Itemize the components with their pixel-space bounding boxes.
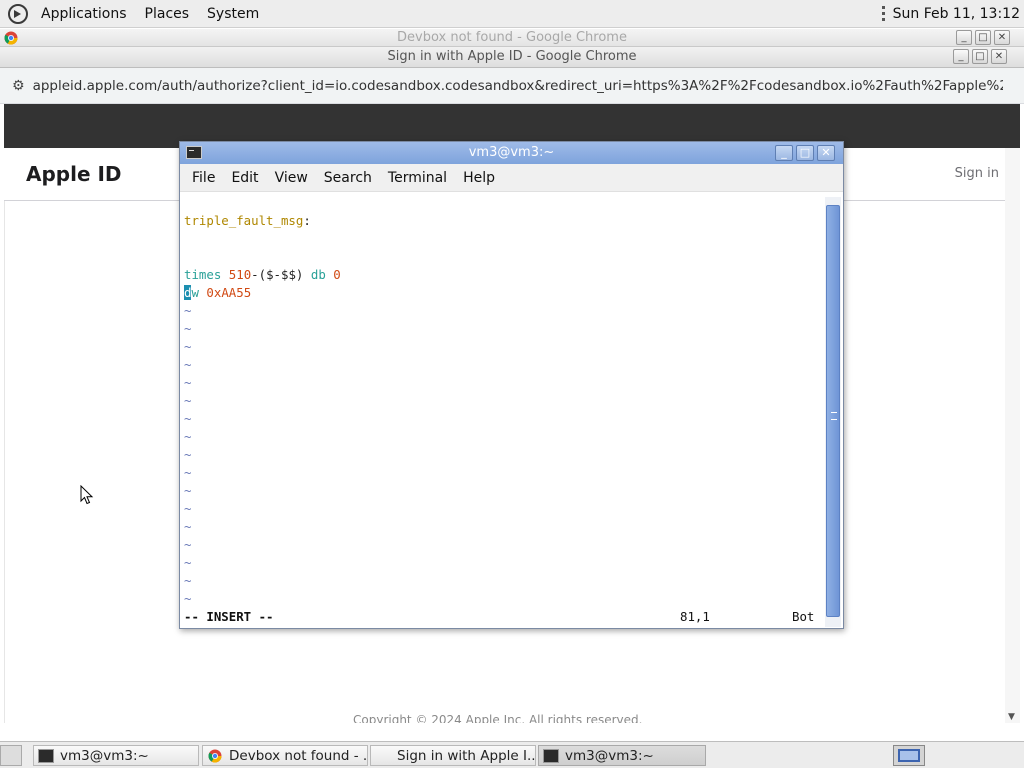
maximize-button[interactable]: □ — [796, 145, 814, 161]
url-text[interactable]: appleid.apple.com/auth/authorize?client_… — [33, 78, 1003, 94]
minimize-button[interactable]: _ — [956, 30, 972, 45]
tilde-line: ~ — [184, 483, 192, 498]
mouse-pointer-icon — [80, 485, 94, 505]
tilde-line: ~ — [184, 339, 192, 354]
tilde-line: ~ — [184, 591, 192, 606]
tilde-line: ~ — [184, 519, 192, 534]
close-button[interactable]: ✕ — [817, 145, 835, 161]
terminal-window[interactable]: vm3@vm3:~ _ □ ✕ File Edit View Search Te… — [179, 141, 844, 629]
dw-directive-rest: w — [191, 285, 199, 300]
times-count: 510 — [228, 267, 252, 282]
tilde-line: ~ — [184, 357, 192, 372]
task-label: vm3@vm3:~ — [60, 747, 149, 764]
tilde-line: ~ — [184, 573, 192, 588]
menu-places[interactable]: Places — [136, 6, 199, 22]
browser-window-title: Sign in with Apple ID - Google Chrome — [387, 49, 637, 64]
terminal-scroll-thumb[interactable] — [826, 205, 840, 617]
tilde-line: ~ — [184, 555, 192, 570]
tilde-line: ~ — [184, 321, 192, 336]
tilde-line: ~ — [184, 375, 192, 390]
close-button[interactable]: ✕ — [994, 30, 1010, 45]
tilde-line: ~ — [184, 501, 192, 516]
vim-buffer[interactable]: triple_fault_msg: times 510-($-$$) db 0 … — [184, 192, 824, 626]
menu-terminal[interactable]: Terminal — [380, 170, 455, 186]
tilde-line: ~ — [184, 411, 192, 426]
tilde-line: ~ — [184, 537, 192, 552]
times-expression: -($-$$) — [251, 267, 304, 282]
vim-mode-indicator: -- INSERT -- — [184, 609, 274, 624]
apple-icon — [375, 749, 391, 763]
task-chrome-devbox[interactable]: Devbox not found - ... — [202, 745, 368, 766]
terminal-scrollbar[interactable] — [825, 197, 841, 627]
db-directive: db — [310, 267, 326, 282]
task-label: vm3@vm3:~ — [565, 747, 654, 764]
maximize-button[interactable]: □ — [975, 30, 991, 45]
menu-view[interactable]: View — [267, 170, 316, 186]
page-scrollbar[interactable]: ▼ — [1005, 148, 1020, 723]
chrome-icon — [208, 749, 222, 762]
task-terminal-2[interactable]: vm3@vm3:~ — [538, 745, 706, 766]
task-label: Devbox not found - ... — [229, 747, 368, 764]
tilde-line: ~ — [184, 393, 192, 408]
scroll-down-arrow-icon[interactable]: ▼ — [1008, 712, 1015, 722]
task-label: Sign in with Apple I... — [397, 747, 536, 764]
vim-cursor-position: 81,1 — [680, 609, 710, 624]
address-bar[interactable]: ⚙ appleid.apple.com/auth/authorize?clien… — [0, 68, 1024, 104]
show-desktop-button[interactable] — [0, 745, 22, 766]
tilde-line: ~ — [184, 303, 192, 318]
menu-system[interactable]: System — [198, 6, 268, 22]
label-colon: : — [303, 213, 311, 228]
minimize-button[interactable]: _ — [953, 49, 969, 64]
vim-scroll-position: Bot — [792, 609, 815, 624]
copyright-text: Copyright © 2024 Apple Inc. All rights r… — [353, 713, 643, 723]
devbox-window-titlebar[interactable]: Devbox not found - Google Chrome _ □ ✕ — [0, 29, 1024, 47]
asm-label: triple_fault_msg — [184, 213, 304, 228]
apple-id-brand[interactable]: Apple ID — [26, 162, 122, 186]
close-button[interactable]: ✕ — [991, 49, 1007, 64]
menu-applications[interactable]: Applications — [32, 6, 136, 22]
gnome-foot-icon[interactable] — [8, 3, 28, 24]
workspace-1[interactable] — [898, 749, 920, 762]
tilde-line: ~ — [184, 447, 192, 462]
panel-drag-handle[interactable] — [881, 5, 885, 22]
code-line-times: times 510-($-$$) db 0 — [184, 266, 341, 284]
menu-help[interactable]: Help — [455, 170, 503, 186]
terminal-title: vm3@vm3:~ — [468, 145, 555, 160]
workspace-switcher[interactable] — [893, 745, 925, 766]
minimize-button[interactable]: _ — [775, 145, 793, 161]
scroll-grip-icon — [831, 412, 837, 420]
site-settings-icon[interactable]: ⚙ — [12, 78, 25, 94]
code-line-label: triple_fault_msg: — [184, 212, 311, 230]
terminal-menubar: File Edit View Search Terminal Help — [180, 164, 843, 192]
bottom-taskbar: vm3@vm3:~ Devbox not found - ... Sign in… — [0, 741, 1024, 768]
task-terminal-1[interactable]: vm3@vm3:~ — [33, 745, 199, 766]
boot-signature: 0xAA55 — [206, 285, 252, 300]
tilde-line: ~ — [184, 429, 192, 444]
menu-edit[interactable]: Edit — [223, 170, 266, 186]
tilde-line: ~ — [184, 465, 192, 480]
maximize-button[interactable]: □ — [972, 49, 988, 64]
db-value: 0 — [333, 267, 341, 282]
panel-clock[interactable]: Sun Feb 11, 13:12 — [893, 6, 1020, 22]
code-line-dw: dw 0xAA55 — [184, 284, 251, 302]
devbox-window-title: Devbox not found - Google Chrome — [397, 30, 627, 45]
menu-file[interactable]: File — [180, 170, 223, 186]
task-chrome-apple[interactable]: Sign in with Apple I... — [370, 745, 536, 766]
browser-titlebar[interactable]: Sign in with Apple ID - Google Chrome _ … — [0, 47, 1024, 68]
top-panel: Applications Places System Sun Feb 11, 1… — [0, 0, 1024, 28]
menu-search[interactable]: Search — [316, 170, 380, 186]
terminal-titlebar[interactable]: vm3@vm3:~ _ □ ✕ — [180, 142, 843, 164]
terminal-icon — [543, 748, 559, 763]
sign-in-link[interactable]: Sign in — [955, 166, 999, 181]
times-directive: times — [184, 267, 222, 282]
terminal-icon — [38, 748, 54, 763]
